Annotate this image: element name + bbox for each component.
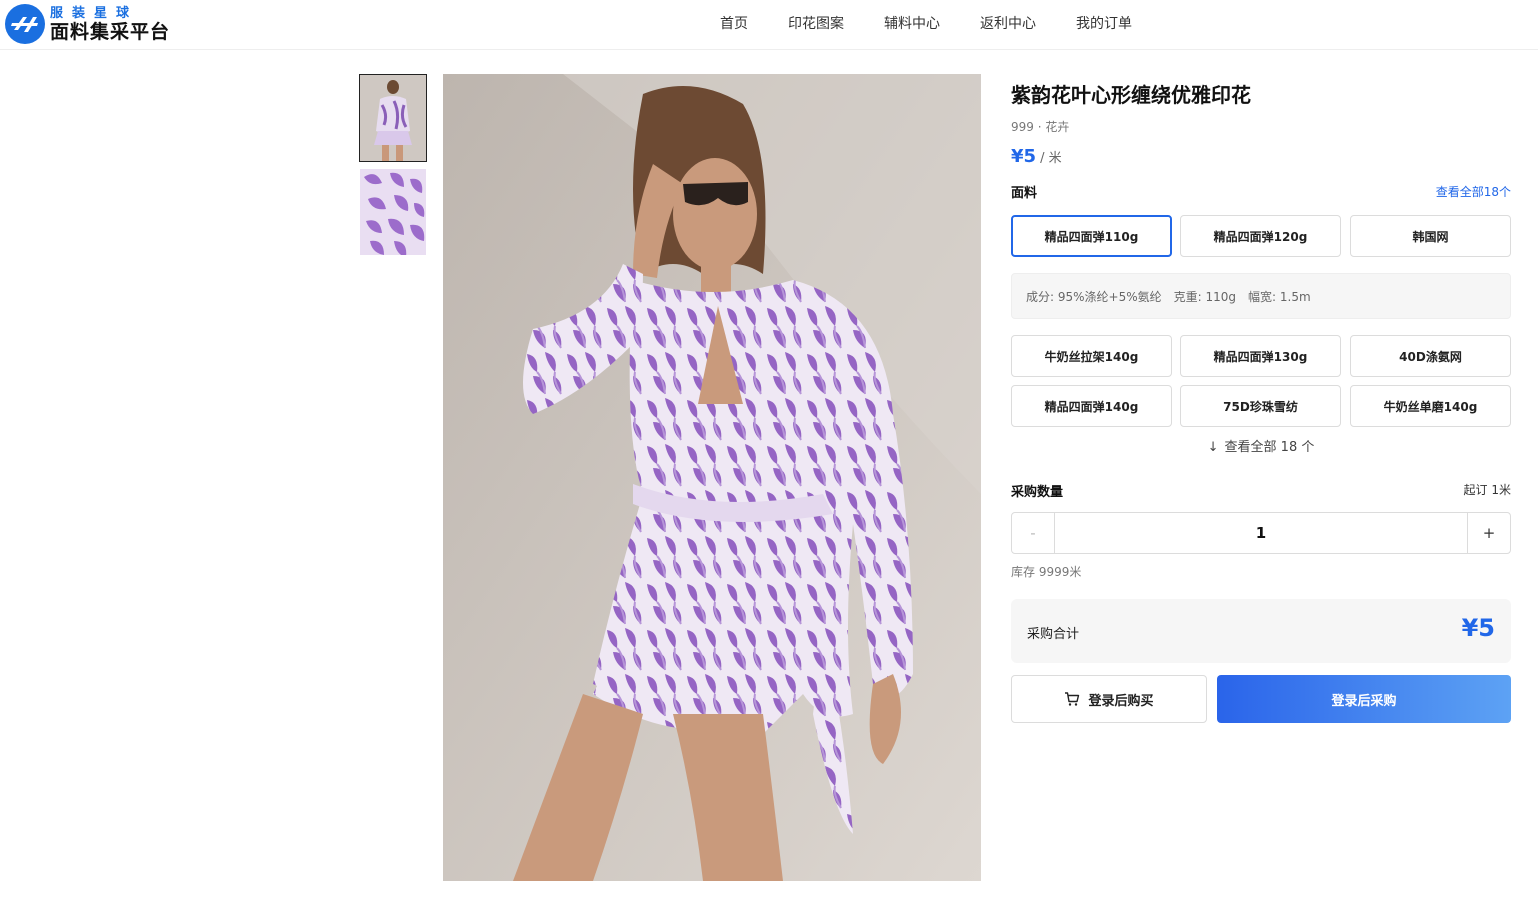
nav-item-accessories[interactable]: 辅料中心 [884,13,940,33]
pattern-thumbnail-image [360,169,426,255]
fabric-option[interactable]: 精品四面弹120g [1180,215,1341,257]
fabric-option[interactable]: 韩国网 [1350,215,1511,257]
fabric-option[interactable]: 40D涤氨网 [1350,335,1511,377]
top-header: 服装星球 面料集采平台 首页 印花图案 辅料中心 返利中心 我的订单 [0,0,1538,50]
logo-mark-icon [5,4,45,44]
decrease-quantity-button[interactable]: - [1012,513,1055,553]
cart-icon [1065,692,1080,706]
fabric-option[interactable]: 精品四面弹130g [1180,335,1341,377]
fabric-option[interactable]: 75D珍珠雪纺 [1180,385,1341,427]
main-nav: 首页 印花图案 辅料中心 返利中心 我的订单 [700,0,1152,46]
minimum-order: 起订 1米 [1463,483,1511,497]
fabric-spec-box: 成分: 95%涤纶+5%氨纶 克重: 110g 幅宽: 1.5m [1011,273,1511,319]
model-thumbnail-image [360,75,426,161]
spec-weight: 克重: 110g [1173,289,1237,304]
total-box: 采购合计 ¥5 [1011,599,1511,663]
price-unit: / 米 [1040,151,1062,166]
quantity-input[interactable] [1055,513,1467,553]
main-product-photo [443,74,981,881]
fabric-option[interactable]: 精品四面弹140g [1011,385,1172,427]
fabric-option[interactable]: 精品四面弹110g [1011,215,1172,257]
arrow-down-icon: ↓ [1207,440,1219,455]
login-to-buy-button[interactable]: 登录后购买 [1011,675,1207,723]
product-title: 紫韵花叶心形缠绕优雅印花 [1011,83,1251,107]
product-meta: 999 · 花卉 [1011,120,1070,134]
quantity-stepper: - + [1011,512,1511,554]
login-to-purchase-button[interactable]: 登录后采购 [1217,675,1511,723]
brand-tagline: 服装星球 [50,5,139,21]
total-value: ¥5 [1461,614,1495,642]
cart-button-label: 登录后购买 [1088,693,1154,709]
spec-width: 幅宽: 1.5m [1248,289,1311,304]
nav-item-orders[interactable]: 我的订单 [1076,13,1132,33]
increase-quantity-button[interactable]: + [1467,513,1510,553]
stock-info: 库存 9999米 [1011,565,1082,579]
thumbnail-model[interactable] [359,74,427,162]
expand-label: 查看全部 18 个 [1224,440,1315,455]
fabric-option[interactable]: 牛奶丝单磨140g [1350,385,1511,427]
brand-logo[interactable]: 服装星球 面料集采平台 [4,2,170,46]
nav-item-prints[interactable]: 印花图案 [788,13,844,33]
product-price: ¥5/ 米 [1011,146,1062,167]
view-all-fabrics-link[interactable]: 查看全部18个 [1436,183,1511,200]
fabric-option[interactable]: 牛奶丝拉架140g [1011,335,1172,377]
nav-item-rebates[interactable]: 返利中心 [980,13,1036,33]
model-photo-image [443,74,981,881]
thumbnail-pattern[interactable] [359,168,427,256]
quantity-label: 采购数量 [1011,485,1064,500]
price-value: ¥5 [1011,146,1037,167]
spec-composition: 成分: 95%涤纶+5%氨纶 [1026,289,1162,304]
brand-name: 面料集采平台 [50,20,171,43]
expand-fabrics-button[interactable]: ↓ 查看全部 18 个 [1011,436,1511,455]
nav-item-home[interactable]: 首页 [720,13,748,33]
fabric-label: 面料 [1011,186,1038,201]
total-label: 采购合计 [1027,627,1080,642]
